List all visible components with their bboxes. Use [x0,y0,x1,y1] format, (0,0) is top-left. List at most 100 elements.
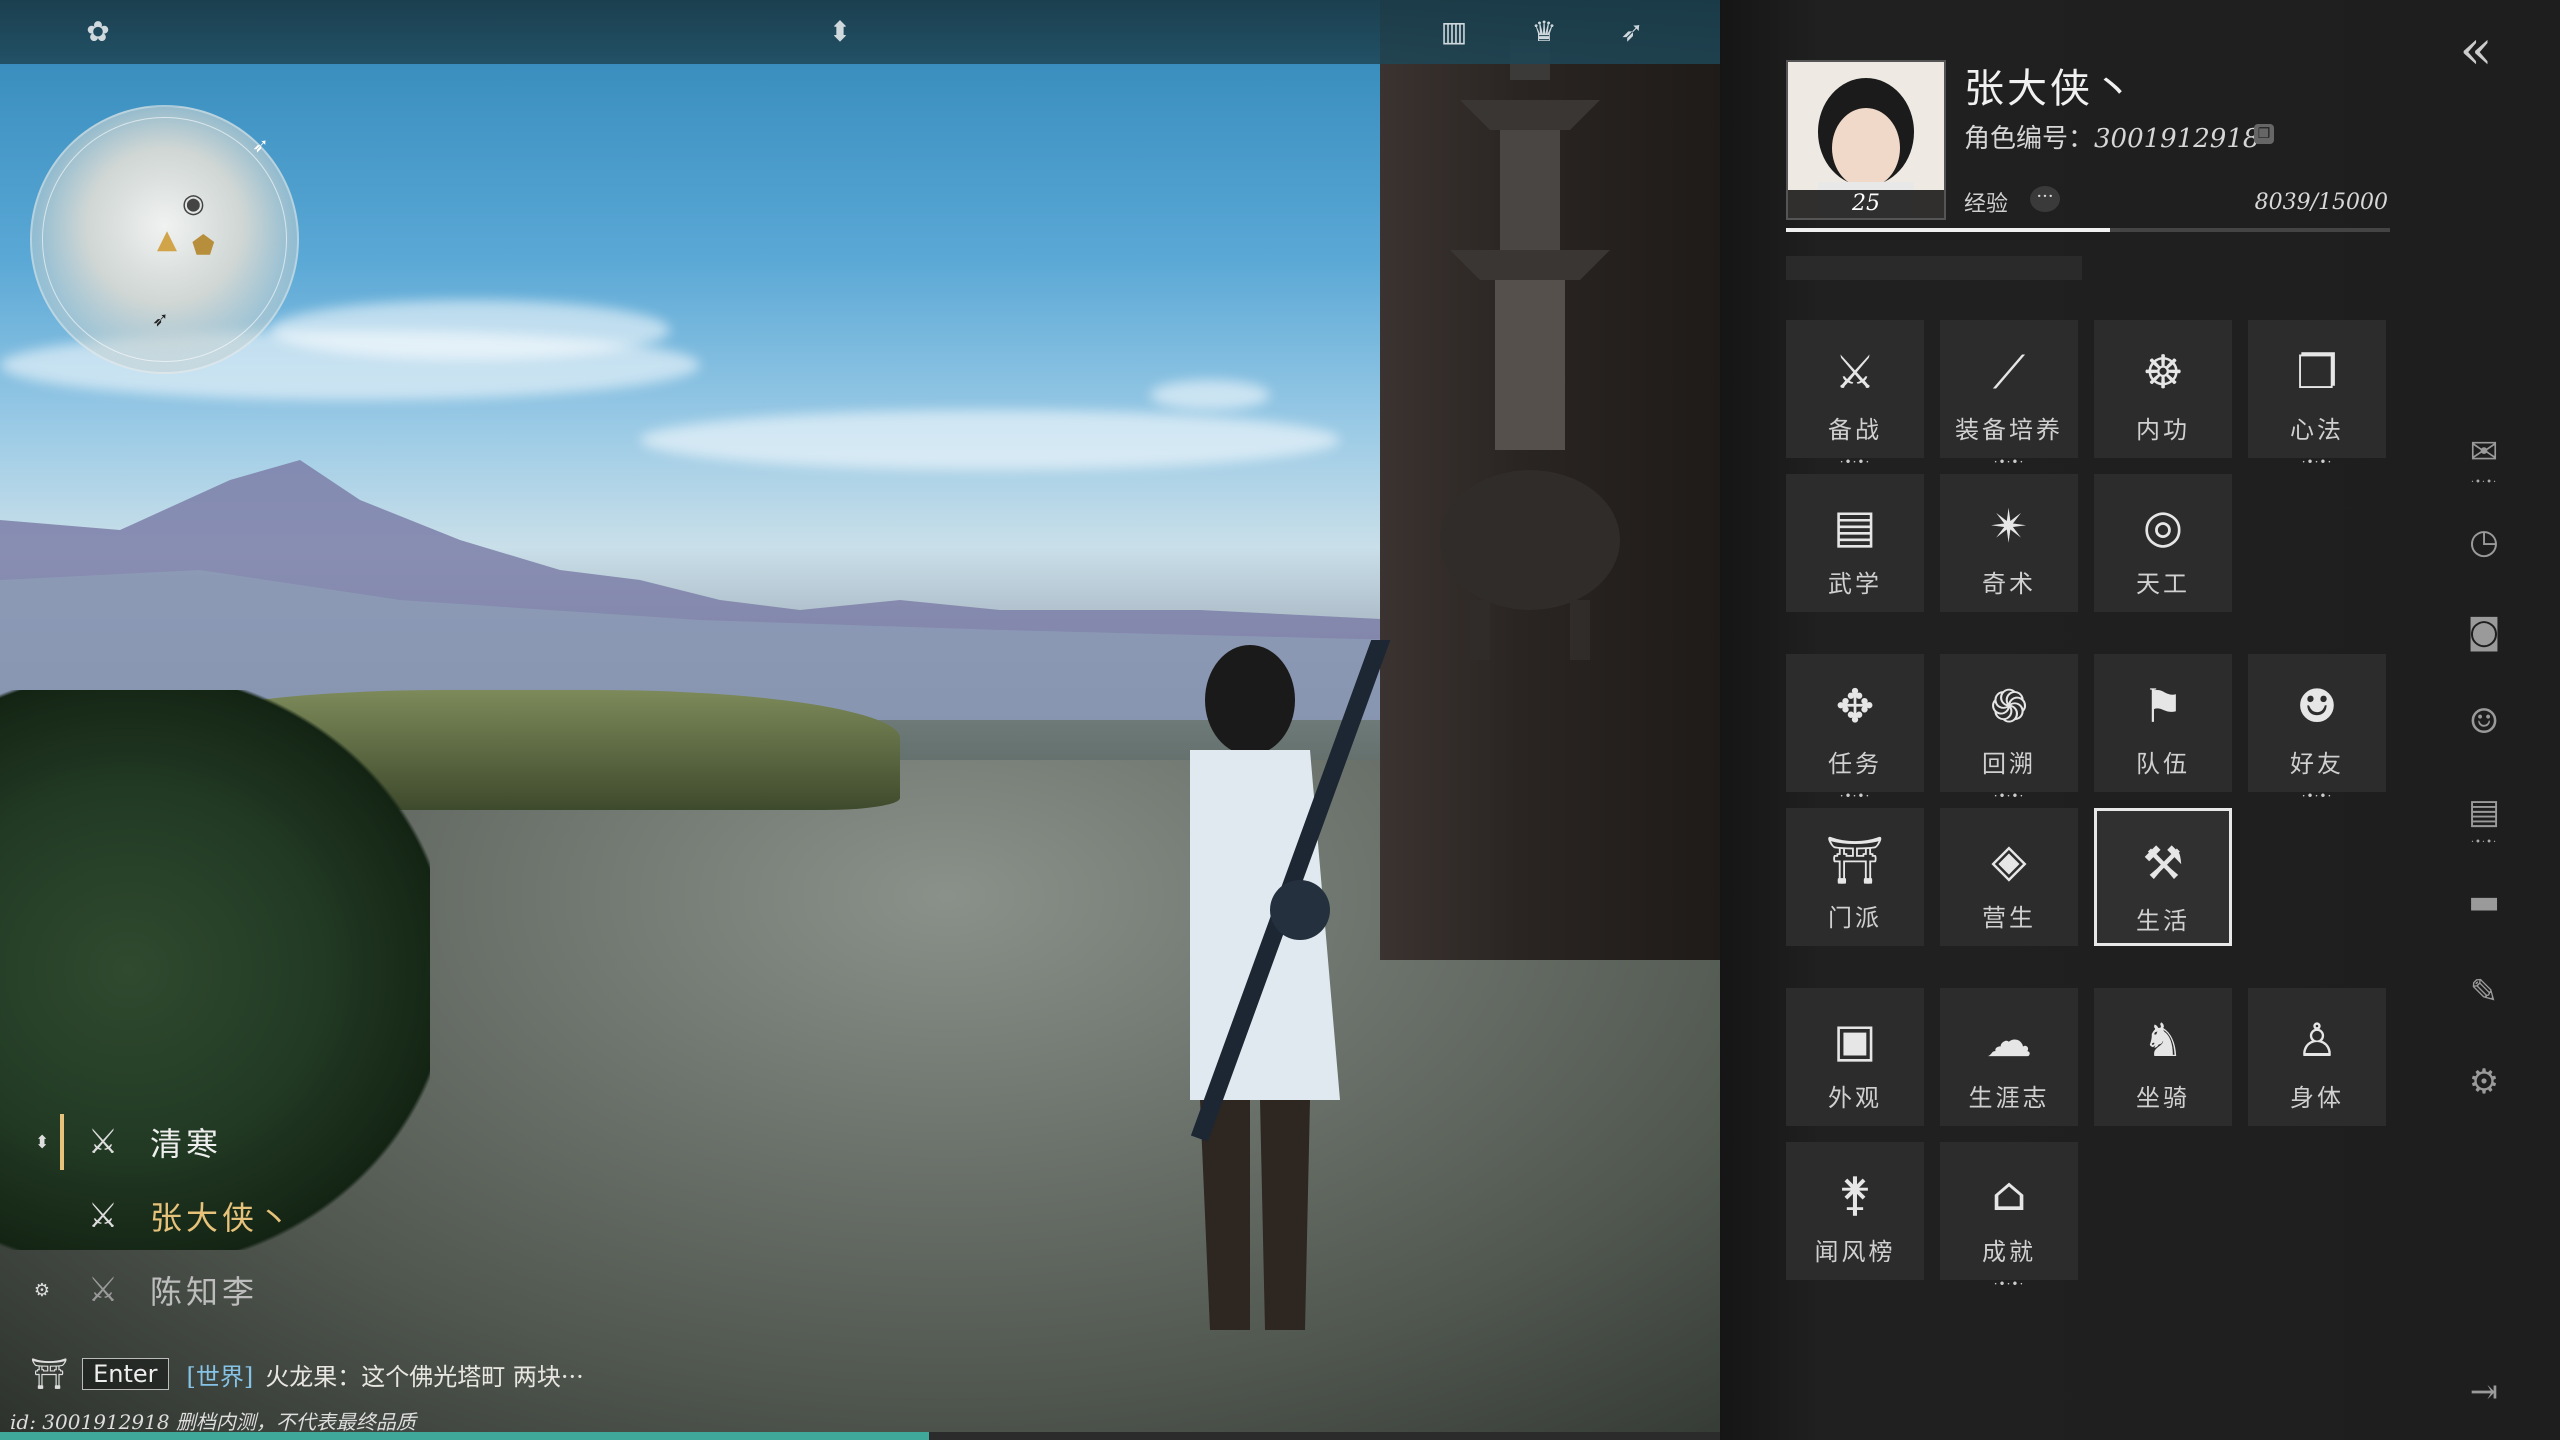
notes-icon[interactable]: ▤ [2462,790,2506,834]
menu-tile[interactable]: ⚑ 队伍 [2094,654,2232,792]
body-icon: ♙ [2296,1013,2338,1067]
menu-tile[interactable]: ▤ 武学 [1786,474,1924,612]
member-bar [60,1188,64,1244]
hammer-icon: ⚒ [2142,836,2184,890]
menu-tile-label: 装备培养 [1955,416,2063,444]
member-bar [60,1262,64,1318]
open-book-icon: ❐ [2296,345,2338,399]
more-icon[interactable]: ··· [2030,186,2060,212]
notification-dots: ·•·•· [2301,455,2333,469]
menu-tile[interactable]: ☁ 生涯志 [1940,988,2078,1126]
arch-icon: ⌂ [1991,1167,2027,1221]
party-member[interactable]: ⚔ 张大侠丶 [30,1186,294,1246]
menu-tile-label: 外观 [1828,1084,1882,1112]
clock-icon[interactable]: ◷ [2462,520,2506,564]
menu-tile-label: 备战 [1828,416,1882,444]
camera-icon[interactable]: ◙ [2462,610,2506,654]
friends-icon: ☻ [2296,679,2338,733]
npc-marker-icon: ▲ [157,225,177,255]
compass-icon: ◎ [2142,499,2184,553]
menu-tile[interactable]: ▣ 外观 [1786,988,1924,1126]
player-character[interactable] [1130,640,1410,1360]
player-level: 25 [1788,190,1944,218]
menu-tile-label: 成就 [1982,1238,2036,1266]
burst-icon: ✴ [1989,499,2029,553]
blades-icon: ⟋ [1992,345,2026,399]
menu-tile[interactable]: ⚒ 生活 [2094,808,2232,946]
diamond-arrows-icon[interactable]: ⬍ [822,14,858,50]
menu-tile[interactable]: ☸ 内功 [2094,320,2232,458]
menu-tile-label: 生活 [2136,907,2190,935]
enter-key-hint[interactable]: Enter [82,1358,169,1390]
notification-dots: ·•·•· [1993,455,2025,469]
avatar[interactable]: 25 [1786,60,1946,220]
cloud [270,300,670,360]
manual-icon: ▤ [1833,499,1877,553]
mail-icon[interactable]: ✉ [2462,430,2506,474]
meditation-icon: ☸ [2142,345,2184,399]
money-bag-icon: ◈ [1991,833,2027,887]
minimap[interactable]: ◉ ▲ ⬟ ➶ ➶ [30,105,299,374]
player-id-value: 3001912918 [2094,124,2260,154]
lotus-icon[interactable]: ✿ [80,14,116,50]
sword-icon: ⚔ [87,1196,119,1236]
gear-icon[interactable]: ⚙ [30,1280,54,1301]
build-id-line: id: 3001912918 删档内测，不代表最终品质 [10,1410,416,1434]
exit-icon[interactable]: ⇥ [2462,1370,2506,1414]
chat-channel[interactable]: [世界] [187,1357,254,1392]
notification-dots: ·•·•· [2470,477,2498,488]
menu-tile-label: 好友 [2290,750,2344,778]
menu-tile[interactable]: ❐ 心法 ·•·•· [2248,320,2386,468]
book-icon[interactable]: ▥ [1436,14,1472,50]
brush-icon[interactable]: ✎ [2462,970,2506,1014]
top-bar: ✿ ⬍ ▥ ♛ ➶ [0,0,1720,64]
menu-tile[interactable]: ⚔ 备战 ·•·•· [1786,320,1924,468]
menu-tile[interactable]: ⛩ 门派 [1786,808,1924,946]
menu-tile[interactable]: ☻ 好友 ·•·•· [2248,654,2386,802]
notification-dots: ·•·•· [1993,1277,2025,1291]
menu-tile[interactable]: ◎ 天工 [2094,474,2232,612]
settings-icon[interactable]: ⚙ [2462,1060,2506,1104]
pagoda-censer [1440,40,1620,660]
menu-tile[interactable]: ⌂ 成就 ·•·•· [1940,1142,2078,1290]
menu-tile-label: 生涯志 [1968,1084,2050,1112]
party-member[interactable]: ⬍ ⚔ 清寒 [30,1112,222,1172]
chat-bar[interactable]: ⛩ Enter [世界] 火龙果：这个佛光塔町 两块··· [30,1352,584,1396]
exp-bar [1786,228,2390,232]
menu-tile[interactable]: ⟋ 装备培养 ·•·•· [1940,320,2078,468]
active-member-bar [60,1114,64,1170]
horse-icon: ♞ [2142,1013,2184,1067]
copy-icon[interactable]: ❐ [2254,124,2274,144]
double-chevron-left-icon[interactable]: « [2446,22,2506,78]
card-icon[interactable]: ▬ [2462,880,2506,924]
player-marker-icon: ◉ [182,189,205,219]
smiley-icon[interactable]: ☺ [2462,700,2506,744]
chat-message: 火龙果：这个佛光塔町 两块··· [265,1362,584,1391]
menu-tile[interactable]: ✴ 奇术 [1940,474,2078,612]
bottom-progress-bar [0,1432,1720,1440]
quest-icon: ✥ [1835,679,1875,733]
menu-tile[interactable]: ֍ 回溯 ·•·•· [1940,654,2078,802]
swallow-icon[interactable]: ➶ [1614,14,1650,50]
party-member[interactable]: ⚙ ⚔ 陈知李 [30,1260,258,1320]
crane-icon: ⚵ [1838,1167,1872,1221]
player-name: 张大侠丶 [1964,66,2136,112]
exp-value: 8039/15000 [2254,190,2388,215]
menu-tile-label: 门派 [1828,904,1882,932]
up-down-arrows-icon[interactable]: ⬍ [30,1132,54,1153]
cloud-swirl-icon: ☁ [1986,1013,2032,1067]
menu-tile[interactable]: ⚵ 闻风榜 [1786,1142,1924,1280]
buff-strip [1786,256,2082,280]
notification-dots: ·•·•· [1993,789,2025,803]
chat-avatar-icon[interactable]: ⛩ [30,1357,68,1392]
menu-tile[interactable]: ♞ 坐骑 [2094,988,2232,1126]
crown-icon[interactable]: ♛ [1526,14,1562,50]
menu-tile[interactable]: ✥ 任务 ·•·•· [1786,654,1924,802]
menu-tile[interactable]: ♙ 身体 [2248,988,2386,1126]
party-member-name: 清寒 [150,1125,223,1163]
menu-tile[interactable]: ◈ 营生 [1940,808,2078,946]
party-member-name: 陈知李 [150,1273,259,1311]
exp-bar-fill [1786,228,2110,232]
menu-tile-label: 奇术 [1982,570,2036,598]
waypoint-icon: ⬟ [192,231,215,261]
